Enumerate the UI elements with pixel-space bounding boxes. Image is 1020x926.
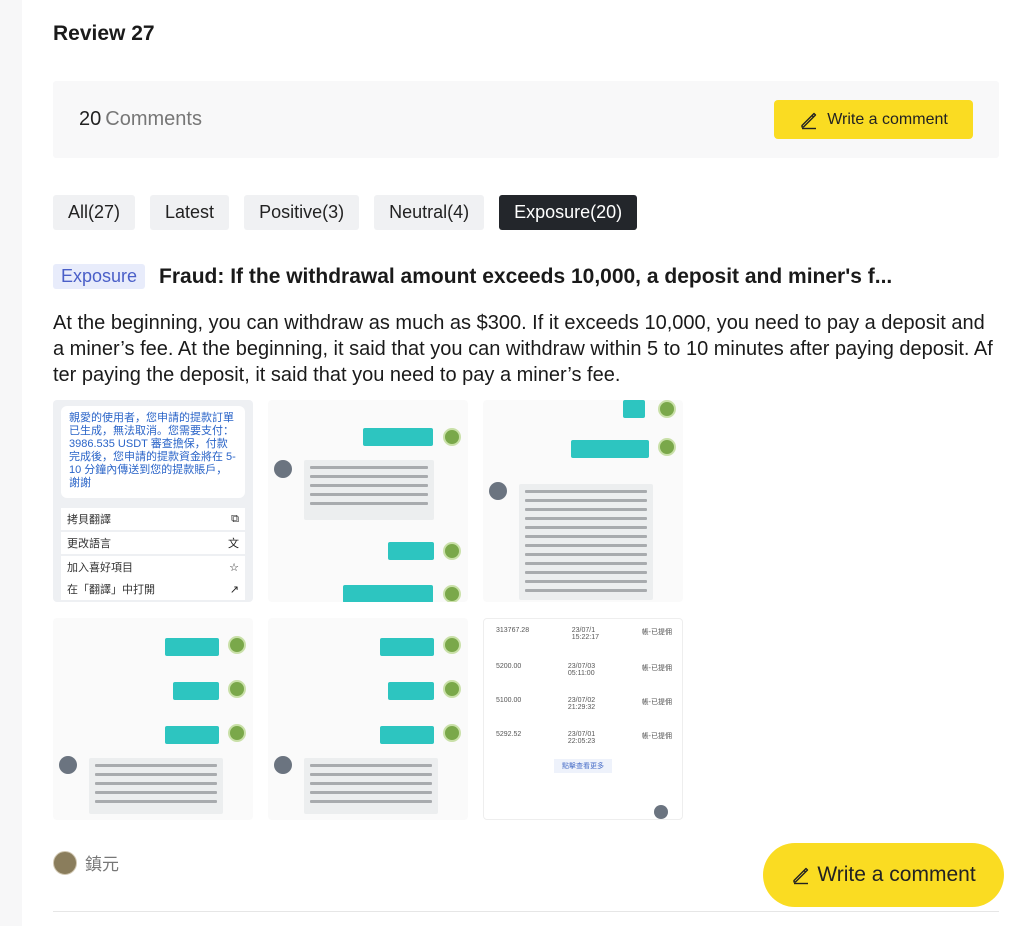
review-screenshot-1[interactable]: 親愛的使用者，您申請的提款訂單已生成，無法取消。您需要支付：3986.535 U… xyxy=(53,400,253,602)
comments-bar: 20 Comments Write a comment xyxy=(53,81,999,158)
avatar xyxy=(443,428,461,446)
avatar xyxy=(274,460,292,478)
avatar xyxy=(443,542,461,560)
tab-neutral[interactable]: Neutral(4) xyxy=(374,195,485,230)
review-screenshot-2[interactable] xyxy=(268,400,468,602)
avatar xyxy=(489,482,507,500)
menu-item-open-in-translate: 在「翻譯」中打開 ↗ xyxy=(61,578,245,600)
table-row: 5100.00 23/07/02 21:29:32 帳-已提佣 xyxy=(496,697,672,711)
tab-exposure[interactable]: Exposure(20) xyxy=(499,195,638,230)
comments-count: 20 Comments xyxy=(79,108,202,131)
avatar xyxy=(443,585,461,602)
star-icon: ☆ xyxy=(229,561,239,574)
filter-tabs: All(27) Latest Positive(3) Neutral(4) Ex… xyxy=(53,195,638,230)
left-rail xyxy=(0,0,22,926)
exposure-badge: Exposure xyxy=(53,264,146,289)
chat-bubble xyxy=(304,758,438,814)
write-comment-label: Write a comment xyxy=(827,110,948,128)
avatar xyxy=(443,724,461,742)
chat-bubble xyxy=(380,638,434,656)
menu-item-change-language: 更改語言 文 xyxy=(61,532,245,554)
review-screenshot-5[interactable] xyxy=(268,618,468,820)
chat-bubble xyxy=(343,585,433,602)
translate-icon: 文 xyxy=(228,538,239,550)
table-row: 313767.28 23/07/1 15:22:17 帳-已提佣 xyxy=(496,627,672,641)
review-screenshot-4[interactable] xyxy=(53,618,253,820)
chat-bubble xyxy=(363,428,433,446)
divider xyxy=(53,911,999,912)
avatar xyxy=(654,805,668,819)
chat-bubble xyxy=(519,484,653,600)
avatar xyxy=(658,400,676,418)
table-row: 5200.00 23/07/03 05:11:00 帳-已提佣 xyxy=(496,663,672,677)
chat-bubble xyxy=(165,726,219,744)
review-header: Exposure Fraud: If the withdrawal amount… xyxy=(53,264,1003,289)
avatar xyxy=(443,680,461,698)
page-title: Review 27 xyxy=(53,22,155,45)
review-screenshots: 親愛的使用者，您申請的提款訂單已生成，無法取消。您需要支付：3986.535 U… xyxy=(53,400,683,820)
chat-bubble xyxy=(165,638,219,656)
table-row: 5292.52 23/07/01 22:05:23 帳-已提佣 xyxy=(496,731,672,745)
floating-write-comment-label: Write a comment xyxy=(817,863,976,886)
translation-card: 親愛的使用者，您申請的提款訂單已生成，無法取消。您需要支付：3986.535 U… xyxy=(61,406,245,498)
avatar xyxy=(658,438,676,456)
chat-bubble xyxy=(173,682,219,700)
avatar xyxy=(228,724,246,742)
open-external-icon: ↗ xyxy=(229,583,239,596)
avatar xyxy=(274,756,292,774)
floating-write-comment-button[interactable]: Write a comment xyxy=(763,843,1004,907)
chat-bubble xyxy=(380,726,434,744)
review-screenshot-3[interactable] xyxy=(483,400,683,602)
chat-bubble xyxy=(571,440,649,458)
review-title[interactable]: Fraud: If the withdrawal amount exceeds … xyxy=(159,265,892,289)
chat-bubble xyxy=(304,460,434,520)
review-body: At the beginning, you can withdraw as mu… xyxy=(53,312,993,386)
avatar xyxy=(228,636,246,654)
review-screenshot-6[interactable]: 313767.28 23/07/1 15:22:17 帳-已提佣 5200.00 … xyxy=(483,618,683,820)
copy-icon: ⧉ xyxy=(231,512,239,525)
chat-bubble xyxy=(388,542,434,560)
avatar xyxy=(59,756,77,774)
menu-item-add-favorite: 加入喜好項目 ☆ xyxy=(61,556,245,578)
avatar xyxy=(228,680,246,698)
comments-count-number: 20 xyxy=(79,108,102,130)
chat-bubble xyxy=(623,400,645,418)
author-name: 鎮元 xyxy=(85,855,119,874)
pencil-icon xyxy=(799,110,819,130)
avatar xyxy=(53,850,77,875)
avatar xyxy=(443,636,461,654)
comments-count-label: Comments xyxy=(105,108,202,130)
review-author[interactable]: 鎮元 xyxy=(53,850,119,875)
tab-latest[interactable]: Latest xyxy=(150,195,230,230)
write-comment-button[interactable]: Write a comment xyxy=(774,100,973,139)
view-more-button: 點擊查看更多 xyxy=(554,759,612,773)
pencil-icon xyxy=(791,865,811,885)
chat-bubble xyxy=(89,758,223,814)
tab-positive[interactable]: Positive(3) xyxy=(244,195,360,230)
menu-item-copy-translation: 拷貝翻譯 ⧉ xyxy=(61,508,245,530)
chat-bubble xyxy=(388,682,434,700)
tab-all[interactable]: All(27) xyxy=(53,195,136,230)
